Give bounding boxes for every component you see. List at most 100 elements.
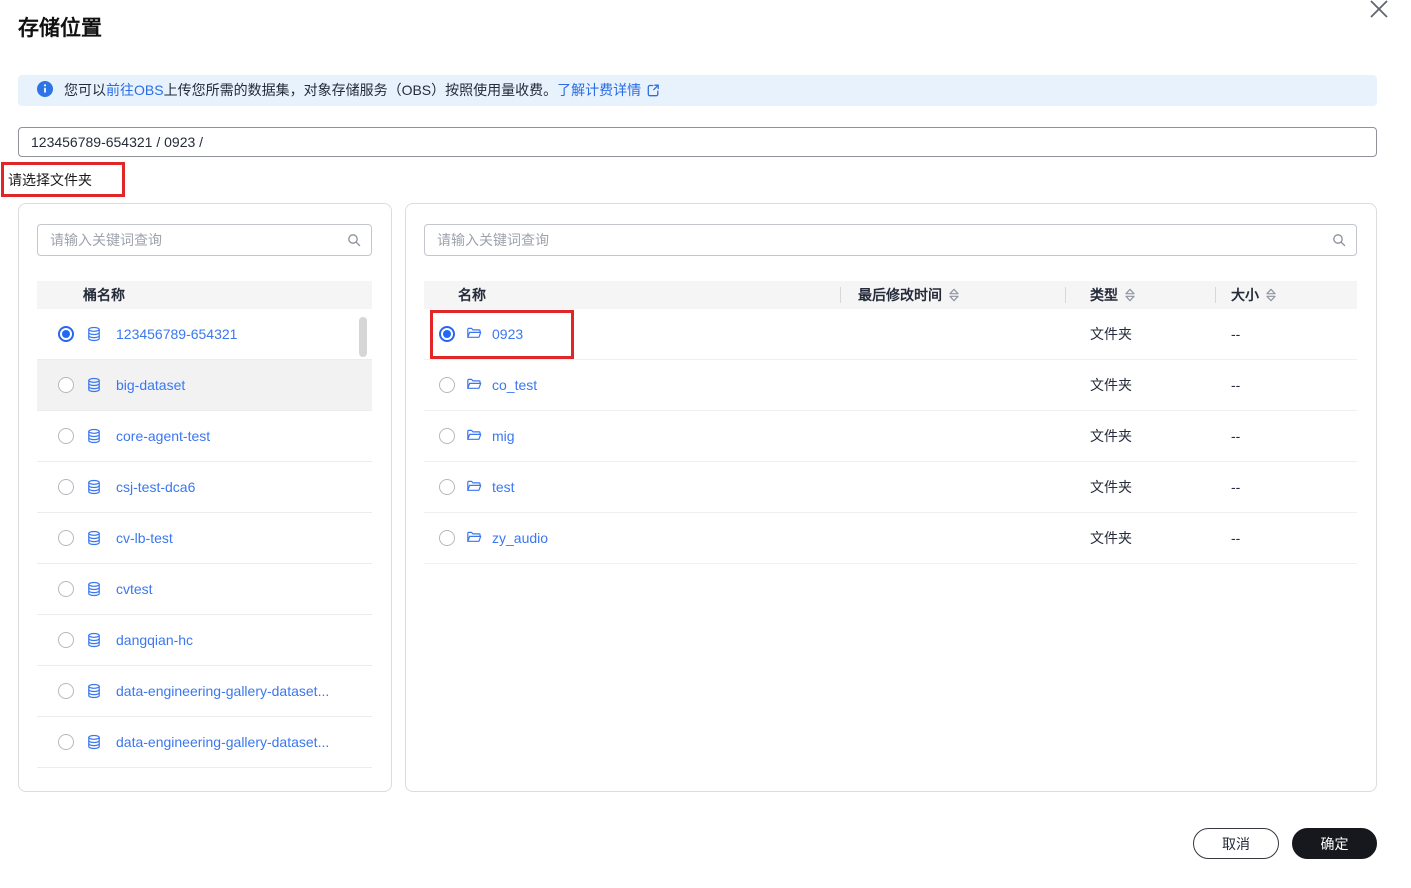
bucket-icon [86, 683, 102, 699]
folder-name[interactable]: co_test [492, 377, 537, 393]
column-header-name: 名称 [458, 287, 486, 303]
type-cell: 文件夹 [1090, 377, 1132, 393]
folder-icon [466, 326, 482, 342]
radio-button[interactable] [58, 479, 74, 495]
bucket-name[interactable]: core-agent-test [116, 428, 210, 444]
pricing-details-link[interactable]: 了解计费详情 [557, 82, 641, 98]
radio-button[interactable] [58, 734, 74, 750]
object-search-input[interactable] [424, 224, 1357, 256]
size-cell: -- [1231, 479, 1241, 495]
bucket-list-item[interactable]: big-dataset [37, 360, 372, 411]
bucket-name[interactable]: csj-test-dca6 [116, 479, 195, 495]
bucket-name[interactable]: data-engineering-gallery-dataset... [116, 683, 329, 699]
radio-button[interactable] [439, 479, 455, 495]
column-header-bucket-name: 桶名称 [83, 287, 125, 303]
bucket-list-item[interactable]: data-engineering-gallery-dataset... [37, 717, 372, 768]
bucket-table-header: 桶名称 [37, 281, 372, 309]
bucket-name[interactable]: dangqian-hc [116, 632, 193, 648]
bucket-icon [86, 326, 102, 342]
radio-button[interactable] [439, 326, 455, 342]
object-table-body[interactable]: 0923 文件夹 -- co_test 文件夹 -- mig 文件夹 -- te… [424, 309, 1357, 564]
folder-name[interactable]: zy_audio [492, 530, 548, 546]
size-cell: -- [1231, 530, 1241, 546]
column-header-size[interactable]: 大小 [1215, 281, 1354, 309]
folder-name[interactable]: test [492, 479, 515, 495]
size-cell: -- [1231, 326, 1241, 342]
folder-icon [466, 428, 482, 444]
column-header-modified[interactable]: 最后修改时间 [840, 281, 1065, 309]
radio-button[interactable] [439, 530, 455, 546]
bucket-icon [86, 632, 102, 648]
folder-name[interactable]: mig [492, 428, 515, 444]
bucket-list-item[interactable]: cv-lb-test [37, 513, 372, 564]
page-title: 存储位置 [18, 17, 102, 40]
bucket-list-item[interactable]: core-agent-test [37, 411, 372, 462]
bucket-list-item[interactable]: 123456789-654321 [37, 309, 372, 360]
table-row[interactable]: 0923 文件夹 -- [424, 309, 1357, 360]
radio-button[interactable] [58, 632, 74, 648]
bucket-list-item[interactable]: data-engineering-gallery-dataset... [37, 666, 372, 717]
bucket-icon [86, 479, 102, 495]
object-table-header: 名称 最后修改时间 类型 大小 [424, 281, 1357, 309]
bucket-name[interactable]: data-engineering-gallery-dataset... [116, 734, 329, 750]
bucket-panel: 桶名称 123456789-654321 big-dataset core-ag… [18, 203, 392, 792]
bucket-search [37, 224, 372, 256]
bucket-name[interactable]: cv-lb-test [116, 530, 173, 546]
bucket-name[interactable]: big-dataset [116, 377, 185, 393]
banner-text: 您可以前往OBS上传您所需的数据集，对象存储服务（OBS）按照使用量收费。了解计… [64, 80, 661, 101]
bucket-list[interactable]: 123456789-654321 big-dataset core-agent-… [37, 309, 372, 768]
table-row[interactable]: mig 文件夹 -- [424, 411, 1357, 462]
search-icon[interactable] [346, 232, 362, 253]
select-folder-hint: 请选择文件夹 [8, 171, 92, 188]
folder-icon [466, 530, 482, 546]
folder-icon [466, 377, 482, 393]
object-search [424, 224, 1357, 256]
radio-button[interactable] [58, 428, 74, 444]
close-icon[interactable] [1364, 0, 1394, 24]
type-cell: 文件夹 [1090, 479, 1132, 495]
goto-obs-link[interactable]: 前往OBS [106, 82, 164, 98]
type-cell: 文件夹 [1090, 326, 1132, 342]
bucket-icon [86, 734, 102, 750]
radio-button[interactable] [439, 428, 455, 444]
radio-button[interactable] [58, 377, 74, 393]
table-row[interactable]: zy_audio 文件夹 -- [424, 513, 1357, 564]
select-folder-hint-annotation: 请选择文件夹 [1, 162, 125, 197]
radio-button[interactable] [439, 377, 455, 393]
type-cell: 文件夹 [1090, 428, 1132, 444]
scrollbar-thumb[interactable] [359, 317, 367, 357]
object-panel: 名称 最后修改时间 类型 大小 0923 文件夹 -- [405, 203, 1377, 792]
banner-text-before: 您可以 [64, 82, 106, 98]
table-row[interactable]: test 文件夹 -- [424, 462, 1357, 513]
size-cell: -- [1231, 377, 1241, 393]
sort-icon[interactable] [1124, 288, 1136, 302]
column-header-type[interactable]: 类型 [1065, 281, 1215, 309]
radio-button[interactable] [58, 326, 74, 342]
bucket-name[interactable]: cvtest [116, 581, 153, 597]
info-icon [37, 81, 53, 100]
sort-icon[interactable] [1265, 288, 1277, 302]
confirm-button[interactable]: 确定 [1292, 828, 1377, 859]
external-link-icon[interactable] [645, 82, 661, 101]
radio-button[interactable] [58, 683, 74, 699]
search-icon[interactable] [1331, 232, 1347, 253]
bucket-icon [86, 377, 102, 393]
folder-name[interactable]: 0923 [492, 326, 523, 342]
bucket-name[interactable]: 123456789-654321 [116, 326, 237, 342]
folder-icon [466, 479, 482, 495]
bucket-list-item[interactable]: csj-test-dca6 [37, 462, 372, 513]
table-row[interactable]: co_test 文件夹 -- [424, 360, 1357, 411]
bucket-icon [86, 530, 102, 546]
radio-button[interactable] [58, 581, 74, 597]
storage-path-input[interactable] [18, 127, 1377, 157]
dialog-footer: 取消 确定 [0, 828, 1377, 860]
radio-button[interactable] [58, 530, 74, 546]
cancel-button[interactable]: 取消 [1193, 828, 1279, 859]
bucket-list-item[interactable]: cvtest [37, 564, 372, 615]
type-cell: 文件夹 [1090, 530, 1132, 546]
storage-location-dialog: 存储位置 您可以前往OBS上传您所需的数据集，对象存储服务（OBS）按照使用量收… [0, 0, 1411, 888]
bucket-list-item[interactable]: dangqian-hc [37, 615, 372, 666]
bucket-search-input[interactable] [37, 224, 372, 256]
info-banner: 您可以前往OBS上传您所需的数据集，对象存储服务（OBS）按照使用量收费。了解计… [18, 75, 1377, 106]
sort-icon[interactable] [948, 288, 960, 302]
